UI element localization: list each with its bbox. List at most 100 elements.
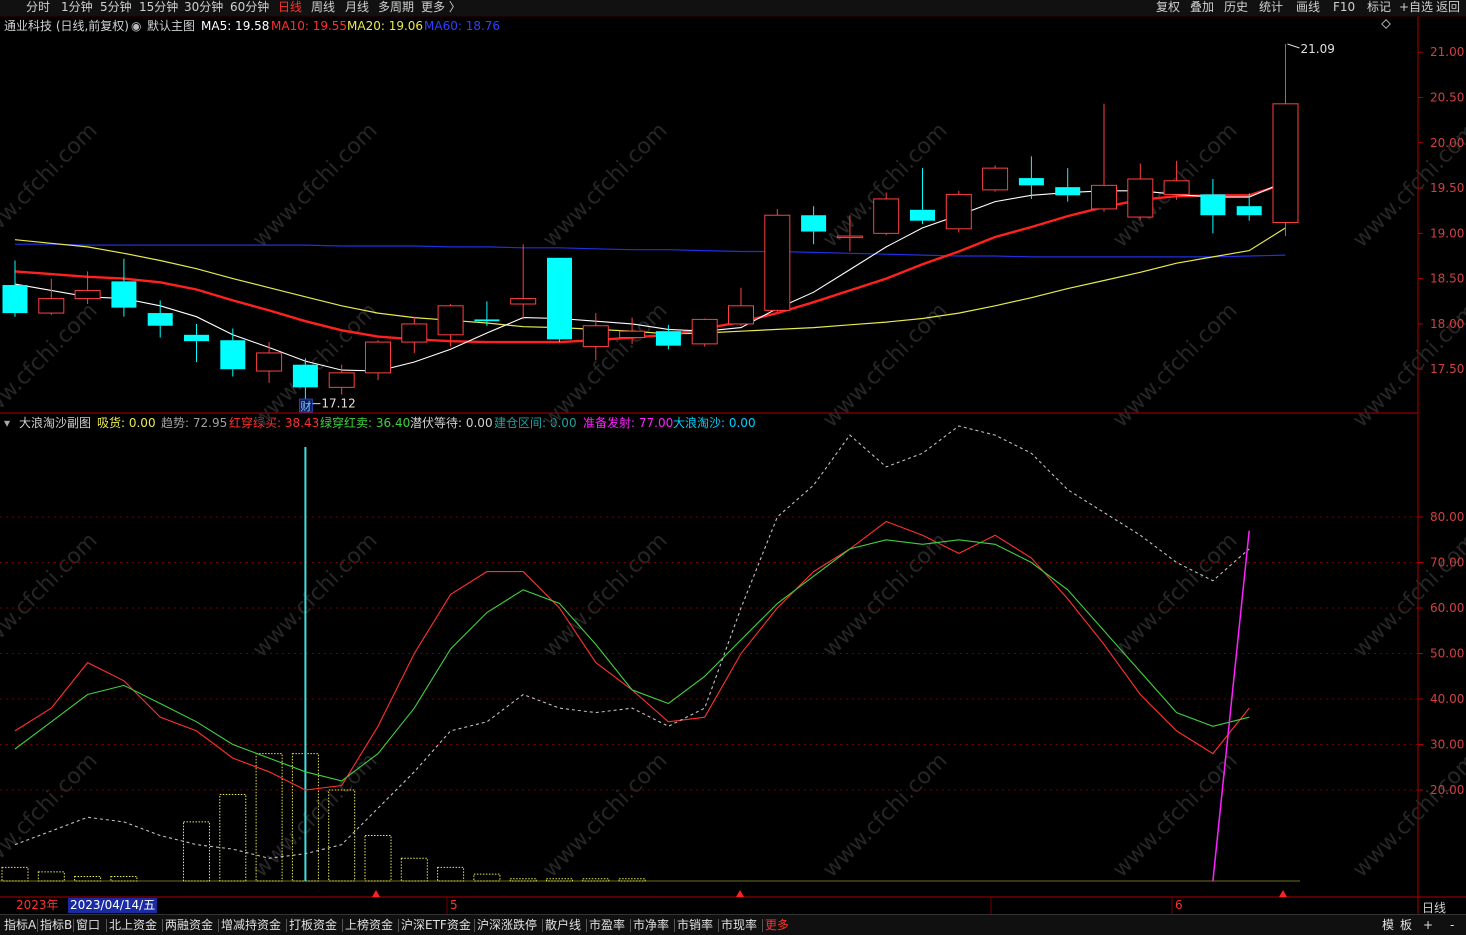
tab-separator (674, 919, 675, 932)
indicator-tab[interactable]: 指标A (4, 916, 36, 935)
candle-body (873, 198, 900, 234)
xihuo-bar (1, 866, 29, 882)
candle-body (1163, 180, 1190, 195)
candle-body (111, 281, 137, 308)
watermark-text: www.cfchi.com (0, 748, 103, 882)
window-control[interactable]: 模 (1382, 916, 1394, 935)
candle-body (982, 167, 1009, 191)
tab-separator (162, 919, 163, 932)
sub-tick-label: 30.00 (1430, 738, 1464, 752)
price-tick-label: 19.00 (1430, 226, 1464, 240)
price-tick-label: 19.50 (1430, 181, 1464, 195)
indicator-tab[interactable]: 市盈率 (589, 916, 625, 935)
watermark-text: www.cfchi.com (1108, 528, 1242, 662)
window-control[interactable]: - (1450, 916, 1454, 935)
indicator-tab[interactable]: 增减持资金 (221, 916, 281, 935)
candle-body (437, 305, 464, 336)
watermark-text: www.cfchi.com (818, 528, 952, 662)
window-control[interactable]: 板 (1400, 916, 1412, 935)
candle-body (401, 323, 428, 343)
candle-body (292, 364, 318, 388)
watermark-text: www.cfchi.com (1108, 298, 1242, 432)
date-bar: 2023年 2023/04/14/五 5 6 (0, 898, 1420, 913)
watermark-text: www.cfchi.com (0, 298, 103, 432)
cursor-date: 2023/04/14/五 (68, 898, 158, 913)
indicator-tab[interactable]: 散户线 (545, 916, 581, 935)
tab-separator (106, 919, 107, 932)
watermark-text: www.cfchi.com (248, 528, 382, 662)
candle-body (147, 313, 173, 326)
xihuo-bar (183, 821, 210, 882)
indicator-tab[interactable]: 北上资金 (109, 916, 157, 935)
ma60-line (15, 243, 1286, 258)
high-pointer (1287, 43, 1300, 49)
sub-tick-label: 20.00 (1430, 783, 1464, 797)
candle-body (510, 298, 537, 305)
watermark-text: www.cfchi.com (538, 748, 672, 882)
sub-tick-label: 50.00 (1430, 647, 1464, 661)
candle-body (2, 284, 28, 314)
indicator-tab[interactable]: 打板资金 (289, 916, 337, 935)
sub-tick-label: 40.00 (1430, 692, 1464, 706)
indicator-tab[interactable]: 沪深涨跌停 (477, 916, 537, 935)
watermark-text: www.cfchi.com (0, 118, 103, 252)
signal-triangle (1279, 890, 1287, 897)
indicator-tab[interactable]: 市净率 (633, 916, 669, 935)
year-label: 2023年 (16, 898, 59, 912)
candle-body (764, 214, 791, 311)
candle-body (1018, 178, 1044, 186)
cai-marker-text: 财 (300, 399, 311, 413)
xihuo-bar (37, 871, 65, 882)
candle-body (1127, 178, 1154, 218)
month-5-label: 5 (450, 898, 458, 912)
candle-body (801, 215, 827, 232)
tab-separator (762, 919, 763, 932)
indicator-tab-bar: 指标A 指标B 窗口 北上资金 两融资金 增减持资金 打板资金 上榜资金 沪深ETF资金 沪深涨跌… (0, 914, 1466, 935)
tab-separator (37, 919, 38, 932)
watermark-text: www.cfchi.com (1348, 748, 1466, 882)
window-control[interactable]: + (1423, 916, 1433, 935)
indicator-tab[interactable]: 市销率 (677, 916, 713, 935)
price-tick-label: 18.00 (1430, 317, 1464, 331)
watermark-text: www.cfchi.com (0, 528, 103, 662)
watermark-text: www.cfchi.com (248, 748, 382, 882)
indicator-tab[interactable]: 窗口 (76, 916, 100, 935)
xihuo-bar (437, 866, 465, 882)
indicator-tab[interactable]: 上榜资金 (345, 916, 393, 935)
tab-separator (718, 919, 719, 932)
watermark-text: www.cfchi.com (538, 118, 672, 252)
candle-body (1236, 206, 1262, 216)
candle-body (619, 330, 646, 339)
candle-body (184, 334, 209, 342)
indicator-tab[interactable]: 更多 (765, 916, 789, 935)
price-tick-label: 17.50 (1430, 362, 1464, 376)
candle-body (1200, 194, 1226, 216)
tab-separator (586, 919, 587, 932)
diamond-icon (1381, 19, 1391, 29)
tab-separator (342, 919, 343, 932)
candle-body (220, 340, 246, 370)
candle-body (74, 289, 101, 300)
indicator-tab[interactable]: 沪深ETF资金 (401, 916, 471, 935)
tab-separator (398, 919, 399, 932)
candle-body (836, 235, 863, 239)
sub-tick-label: 70.00 (1430, 556, 1464, 570)
indicator-tab[interactable]: 指标B (40, 916, 72, 935)
kline-chart[interactable]: www.cfchi.com www.cfchi.com www.cfchi.com w… (0, 0, 1466, 935)
xihuo-bar (74, 875, 102, 882)
candle-body (728, 305, 754, 325)
indicator-tab[interactable]: 市现率 (721, 916, 757, 935)
tab-separator (474, 919, 475, 932)
price-tick-label: 20.50 (1430, 90, 1464, 104)
month-6-label: 6 (1175, 898, 1183, 912)
candle-body (256, 352, 283, 372)
tab-separator (73, 919, 74, 932)
tab-separator (542, 919, 543, 932)
tab-separator (286, 919, 287, 932)
indicator-tab[interactable]: 两融资金 (165, 916, 213, 935)
price-tick-label: 20.00 (1430, 136, 1464, 150)
candle-body (691, 318, 718, 345)
watermark-text: www.cfchi.com (538, 528, 672, 662)
xihuo-bar (110, 875, 138, 882)
sub-tick-label: 60.00 (1430, 601, 1464, 615)
